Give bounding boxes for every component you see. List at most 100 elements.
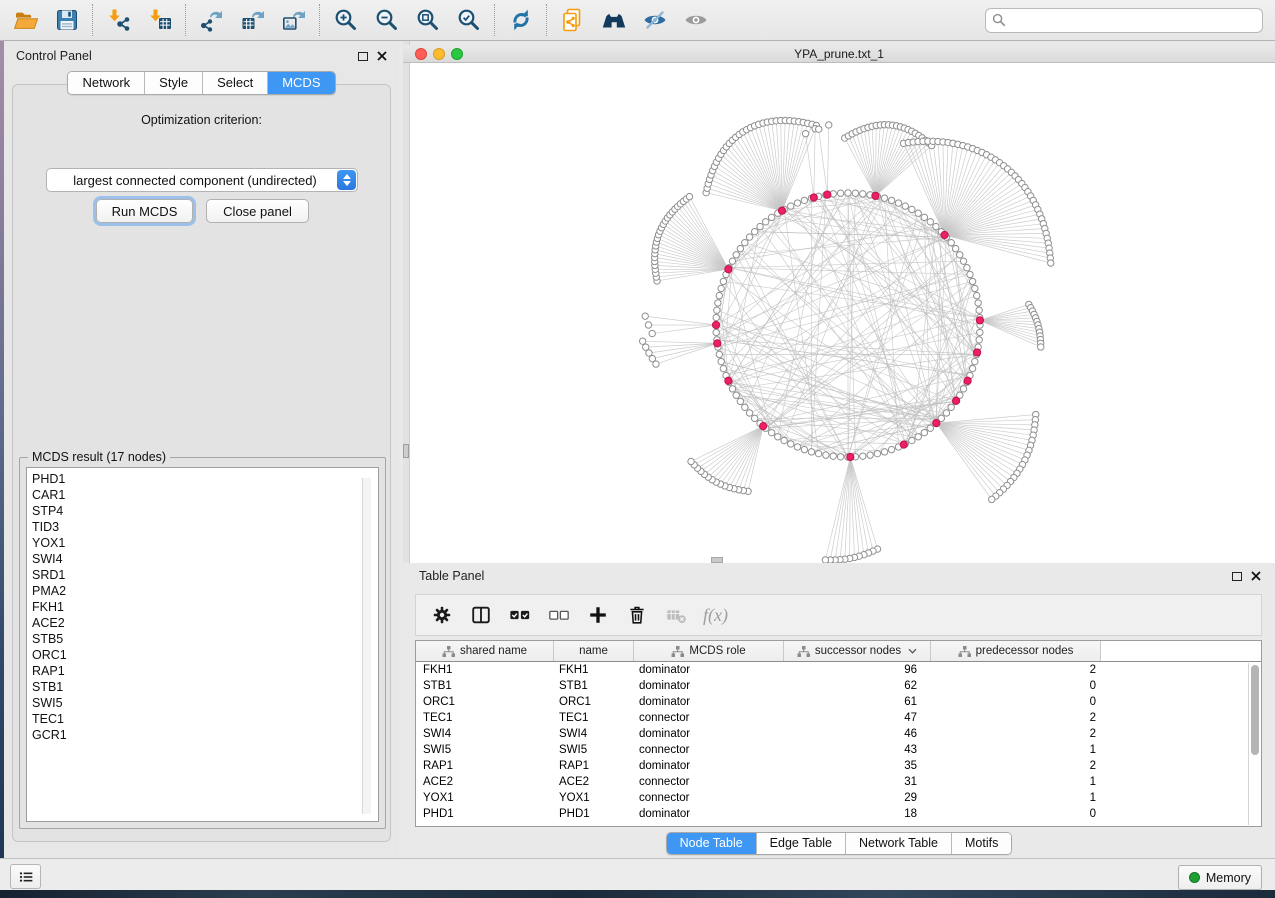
table-row[interactable]: SWI5SWI5connector431 [416,742,1247,758]
mcds-result-item[interactable]: PMA2 [32,583,378,599]
export-network-button[interactable] [198,7,225,34]
mcds-result-item[interactable]: GCR1 [32,727,378,743]
tab-network-table[interactable]: Network Table [846,833,952,854]
open-folder-button[interactable] [12,7,39,34]
tab-motifs[interactable]: Motifs [952,833,1011,854]
table-cell[interactable]: TEC1 [416,712,554,724]
panel-splitter-vertical[interactable] [403,41,410,563]
table-cell[interactable]: FKH1 [554,664,634,676]
mcds-result-item[interactable]: TID3 [32,519,378,535]
network-window-titlebar[interactable]: YPA_prune.txt_1 [403,45,1275,63]
mcds-result-item[interactable]: SWI5 [32,695,378,711]
table-cell[interactable]: FKH1 [416,664,554,676]
table-cell[interactable]: ORC1 [416,696,554,708]
table-cell[interactable]: RAP1 [554,760,634,772]
select-all-columns-button[interactable] [508,603,532,627]
search-input[interactable] [985,8,1263,33]
mcds-result-item[interactable]: STB1 [32,679,378,695]
table-cell[interactable]: 96 [784,664,931,676]
network-canvas[interactable] [410,63,1275,563]
import-network-button[interactable] [105,7,132,34]
mcds-result-item[interactable]: SWI4 [32,551,378,567]
table-cell[interactable]: ACE2 [554,776,634,788]
table-cell[interactable]: 2 [931,712,1101,724]
zoom-out-button[interactable] [373,7,400,34]
table-cell[interactable]: 46 [784,728,931,740]
table-row[interactable]: ORC1ORC1dominator610 [416,694,1247,710]
control-panel-float-icon[interactable] [358,52,368,61]
table-cell[interactable]: 2 [931,664,1101,676]
table-cell[interactable]: 18 [784,808,931,820]
add-column-button[interactable] [586,603,610,627]
table-row[interactable]: RAP1RAP1dominator352 [416,758,1247,774]
table-cell[interactable]: dominator [634,680,784,692]
mcds-result-item[interactable]: RAP1 [32,663,378,679]
table-cell[interactable]: 61 [784,696,931,708]
refresh-layout-button[interactable] [507,7,534,34]
hide-graphics-button[interactable] [641,7,668,34]
delete-column-button[interactable] [625,603,649,627]
table-cell[interactable]: 62 [784,680,931,692]
table-cell[interactable]: 2 [931,728,1101,740]
table-cell[interactable]: ACE2 [416,776,554,788]
criterion-dropdown[interactable]: largest connected component (undirected) [46,168,358,192]
show-graphics-button[interactable] [682,7,709,34]
table-row[interactable]: TEC1TEC1connector472 [416,710,1247,726]
save-session-button[interactable] [53,7,80,34]
table-cell[interactable]: ORC1 [554,696,634,708]
table-cell[interactable]: 31 [784,776,931,788]
mcds-result-item[interactable]: SRD1 [32,567,378,583]
control-panel-close-icon[interactable] [377,51,387,61]
mcds-list-scrollbar[interactable] [362,478,371,814]
table-scrollbar-thumb[interactable] [1251,665,1259,755]
table-cell[interactable]: SWI5 [416,744,554,756]
column-header-successor-nodes[interactable]: successor nodes [784,641,931,661]
table-cell[interactable]: connector [634,712,784,724]
table-scrollbar[interactable] [1248,663,1260,825]
run-mcds-button[interactable]: Run MCDS [96,199,193,223]
table-cell[interactable]: connector [634,744,784,756]
mcds-result-item[interactable]: TEC1 [32,711,378,727]
share-document-button[interactable] [559,7,586,34]
table-row[interactable]: YOX1YOX1connector291 [416,790,1247,806]
table-cell[interactable]: PHD1 [554,808,634,820]
mcds-result-item[interactable]: CAR1 [32,487,378,503]
table-cell[interactable]: 2 [931,760,1101,772]
table-cell[interactable]: YOX1 [554,792,634,804]
table-row[interactable]: ACE2ACE2connector311 [416,774,1247,790]
export-table-button[interactable] [239,7,266,34]
import-table-button[interactable] [146,7,173,34]
tab-network[interactable]: Network [68,72,145,94]
zoom-in-button[interactable] [332,7,359,34]
table-row[interactable]: STB1STB1dominator620 [416,678,1247,694]
table-row[interactable]: PHD1PHD1dominator180 [416,806,1247,822]
node-table-body[interactable]: FKH1FKH1dominator962STB1STB1dominator620… [416,662,1247,826]
table-cell[interactable]: connector [634,792,784,804]
table-cell[interactable]: SWI4 [416,728,554,740]
tab-style[interactable]: Style [145,72,203,94]
tab-edge-table[interactable]: Edge Table [757,833,846,854]
table-cell[interactable]: SWI5 [554,744,634,756]
mcds-result-item[interactable]: ORC1 [32,647,378,663]
table-cell[interactable]: 1 [931,792,1101,804]
delete-table-button[interactable] [664,603,688,627]
table-row[interactable]: FKH1FKH1dominator962 [416,662,1247,678]
table-cell[interactable]: dominator [634,728,784,740]
search-network-button[interactable] [600,7,627,34]
table-cell[interactable]: YOX1 [416,792,554,804]
zoom-fit-button[interactable] [414,7,441,34]
task-history-button[interactable] [10,864,41,889]
close-panel-button[interactable]: Close panel [206,199,309,223]
column-header-mcds-role[interactable]: MCDS role [634,641,784,661]
mcds-result-list[interactable]: PHD1CAR1STP4TID3YOX1SWI4SRD1PMA2FKH1ACE2… [26,467,379,822]
tab-node-table[interactable]: Node Table [667,833,757,854]
table-cell[interactable]: 35 [784,760,931,772]
table-cell[interactable]: 47 [784,712,931,724]
mcds-result-item[interactable]: PHD1 [32,471,378,487]
export-image-button[interactable] [280,7,307,34]
table-panel-close-icon[interactable] [1251,571,1261,581]
function-builder-button[interactable]: f(x) [703,605,728,626]
table-cell[interactable]: 0 [931,808,1101,820]
table-cell[interactable]: PHD1 [416,808,554,820]
table-cell[interactable]: dominator [634,664,784,676]
